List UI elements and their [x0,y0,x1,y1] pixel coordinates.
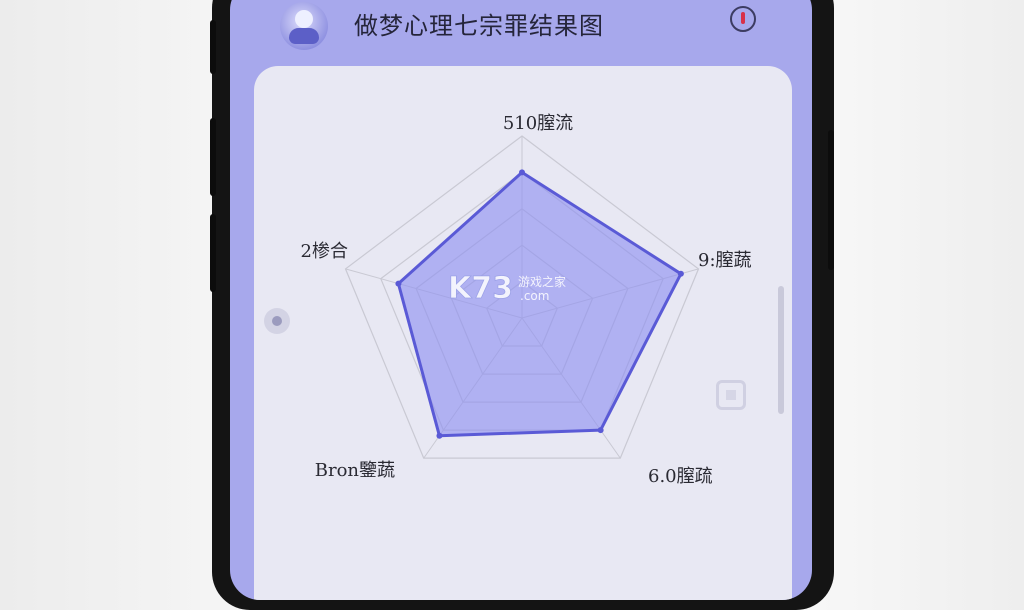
watermark-line1: 游戏之家 [518,274,566,289]
radar-chart: 510膣流 9:膣蔬 6.0膣疏 Bron鑒蔬 2椮合 K73 游戏之家 .co… [301,113,752,487]
radar-data-point [436,432,443,439]
radar-data-point [677,270,684,277]
radar-data-point [519,169,525,176]
axis-label-bottom-right: 6.0膣疏 [648,466,713,487]
axis-label-top: 510膣流 [503,113,573,134]
radar-data-point [395,280,402,287]
axis-label-bottom-left: Bron鑒蔬 [315,460,395,481]
radar-data-point [597,427,604,434]
watermark: K73 游戏之家 .com [448,271,566,307]
watermark-line2: .com [520,289,549,303]
axis-label-left: 2椮合 [301,241,348,262]
axis-label-right: 9:膣蔬 [698,250,752,271]
watermark-logo: K73 [448,271,513,306]
radar-data-area [396,170,683,438]
